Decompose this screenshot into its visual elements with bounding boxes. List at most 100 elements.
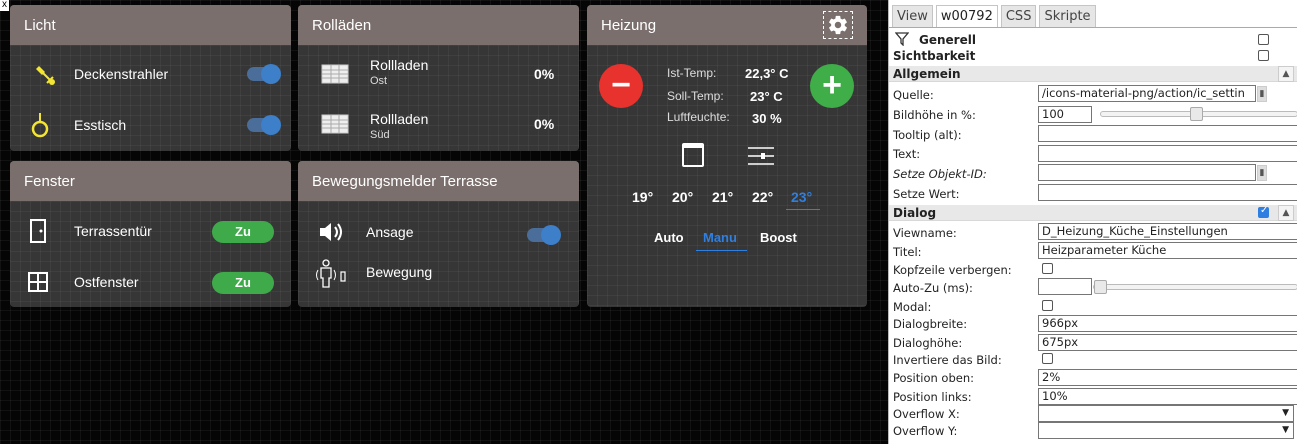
licht-row-label: Deckenstrahler xyxy=(74,66,169,82)
titel-input[interactable]: Heizparameter Küche xyxy=(1038,242,1297,259)
titel-label: Titel: xyxy=(893,245,922,259)
autozu-slider[interactable] xyxy=(1093,284,1297,290)
fenster-state-badge: Zu xyxy=(212,272,274,294)
close-icon[interactable]: x xyxy=(0,0,9,11)
rolladen-card: Rolläden Rollladen Ost 0% Rollladen Süd … xyxy=(298,5,579,151)
generell-checkbox[interactable] xyxy=(1258,34,1269,45)
temp-preset[interactable]: 22° xyxy=(752,189,773,205)
esstisch-toggle[interactable] xyxy=(247,115,281,135)
viewname-input[interactable]: D_Heizung_Küche_Einstellungen xyxy=(1038,223,1297,240)
autozu-input[interactable] xyxy=(1038,278,1092,295)
bewegung-card: Bewegungsmelder Terrasse Ansage Bewegung xyxy=(298,161,579,307)
deckenstrahler-toggle[interactable] xyxy=(247,64,281,84)
decrease-temp-button[interactable]: − xyxy=(599,64,643,108)
section-sichtbarkeit[interactable]: Sichtbarkeit xyxy=(893,49,975,63)
tab-css[interactable]: CSS xyxy=(1000,5,1037,27)
text-label: Text: xyxy=(893,147,921,161)
links-input[interactable]: 10% xyxy=(1038,388,1297,405)
modal-checkbox[interactable] xyxy=(1042,300,1053,311)
properties-panel: View w00792 CSS Skripte Generell Sichtba… xyxy=(888,0,1297,444)
filter-icon[interactable] xyxy=(894,32,910,49)
kopfzeile-label: Kopfzeile verbergen: xyxy=(893,263,1012,277)
window-icon[interactable] xyxy=(682,143,704,167)
temp-preset-active[interactable]: 23° xyxy=(791,189,812,205)
dialog-checkbox[interactable] xyxy=(1258,205,1269,218)
door-icon xyxy=(25,218,51,244)
mode-underline xyxy=(696,250,747,251)
objekt-id-browse-button[interactable]: ▮ xyxy=(1257,165,1267,181)
motion-sensor-icon xyxy=(314,259,348,288)
rolladen-value: 0% xyxy=(534,66,555,82)
wert-label: Setze Wert: xyxy=(893,187,960,201)
increase-temp-button[interactable]: + xyxy=(810,64,854,108)
tooltip-label: Tooltip (alt): xyxy=(893,128,962,142)
speaker-icon xyxy=(318,219,344,245)
wert-input[interactable] xyxy=(1038,184,1297,201)
overflowy-label: Overflow Y: xyxy=(893,424,958,438)
section-generell[interactable]: Generell xyxy=(919,33,976,47)
card-title: Fenster xyxy=(10,161,291,201)
overflowy-select[interactable]: ▼ xyxy=(1038,422,1294,439)
rolladen-row-label: Rollladen xyxy=(370,111,429,127)
oben-label: Position oben: xyxy=(893,371,975,385)
shutter-icon[interactable] xyxy=(320,111,350,137)
soll-temp-label: Soll-Temp: xyxy=(667,89,724,103)
sichtbarkeit-checkbox[interactable] xyxy=(1258,50,1269,61)
bewegung-row-label: Bewegung xyxy=(366,264,433,280)
collapse-allgemein-button[interactable]: ▲ xyxy=(1278,66,1294,82)
bildhoehe-slider-thumb[interactable] xyxy=(1190,107,1203,121)
fenster-state-badge: Zu xyxy=(212,221,274,243)
rolladen-row-sub: Ost xyxy=(370,75,388,87)
ansage-toggle[interactable] xyxy=(527,225,561,245)
temp-preset[interactable]: 19° xyxy=(632,189,653,205)
card-title: Rolläden xyxy=(298,5,579,45)
quelle-label: Quelle: xyxy=(893,88,934,102)
tab-skripte[interactable]: Skripte xyxy=(1039,5,1096,27)
vis-editor-canvas[interactable]: x Licht Deckenstrahler Esstisch Rolläden… xyxy=(0,0,888,444)
temp-preset[interactable]: 21° xyxy=(712,189,733,205)
autozu-slider-thumb[interactable] xyxy=(1094,280,1107,294)
rolladen-row-sub: Süd xyxy=(370,129,390,141)
bildhoehe-input[interactable]: 100 xyxy=(1038,106,1092,123)
mode-auto[interactable]: Auto xyxy=(654,230,684,245)
soll-temp-value: 23° C xyxy=(750,89,783,104)
collapse-dialog-button[interactable]: ▲ xyxy=(1278,205,1294,221)
objekt-id-label: Setze Objekt-ID: xyxy=(893,167,987,181)
bewegung-row-label: Ansage xyxy=(366,224,414,240)
gear-icon[interactable] xyxy=(823,11,853,39)
shutter-icon[interactable] xyxy=(320,61,350,87)
temp-preset-underline xyxy=(786,209,820,210)
quelle-input[interactable]: /icons-material-png/action/ic_settin xyxy=(1038,85,1256,102)
autozu-label: Auto-Zu (ms): xyxy=(893,281,973,295)
oben-input[interactable]: 2% xyxy=(1038,369,1297,386)
overflowx-select[interactable]: ▼ xyxy=(1038,405,1294,422)
quelle-browse-button[interactable]: ▮ xyxy=(1257,86,1267,102)
text-input[interactable] xyxy=(1038,145,1297,162)
mode-boost[interactable]: Boost xyxy=(760,230,797,245)
modal-label: Modal: xyxy=(893,300,932,314)
breite-input[interactable]: 966px xyxy=(1038,315,1297,332)
licht-card: Licht Deckenstrahler Esstisch xyxy=(10,5,291,151)
tab-view[interactable]: View xyxy=(892,5,933,27)
objekt-id-input[interactable] xyxy=(1038,164,1256,181)
chevron-down-icon: ▼ xyxy=(1282,408,1289,418)
ceiling-spotlight-icon xyxy=(32,62,58,88)
section-allgemein[interactable]: Allgemein xyxy=(889,66,1297,82)
ist-temp-label: Ist-Temp: xyxy=(667,66,717,80)
hoehe-label: Dialoghöhe: xyxy=(893,336,963,350)
heizung-card: Heizung − + Ist-Temp: 22,3° C Soll-Temp:… xyxy=(587,5,867,307)
mode-manu[interactable]: Manu xyxy=(703,230,737,245)
invert-checkbox[interactable] xyxy=(1042,353,1053,364)
invert-label: Invertiere das Bild: xyxy=(893,353,1002,367)
tab-widget[interactable]: w00792 xyxy=(935,5,998,27)
tooltip-input[interactable] xyxy=(1038,125,1297,142)
kopfzeile-checkbox[interactable] xyxy=(1042,263,1053,274)
hoehe-input[interactable]: 675px xyxy=(1038,334,1297,351)
fenster-row-label: Terrassentür xyxy=(74,223,152,239)
window-frame-icon xyxy=(25,269,51,295)
temp-preset[interactable]: 20° xyxy=(672,189,693,205)
overflowx-label: Overflow X: xyxy=(893,407,960,421)
rolladen-row-label: Rollladen xyxy=(370,57,429,73)
sliders-icon[interactable] xyxy=(747,145,775,167)
section-dialog[interactable]: Dialog xyxy=(889,205,1297,221)
